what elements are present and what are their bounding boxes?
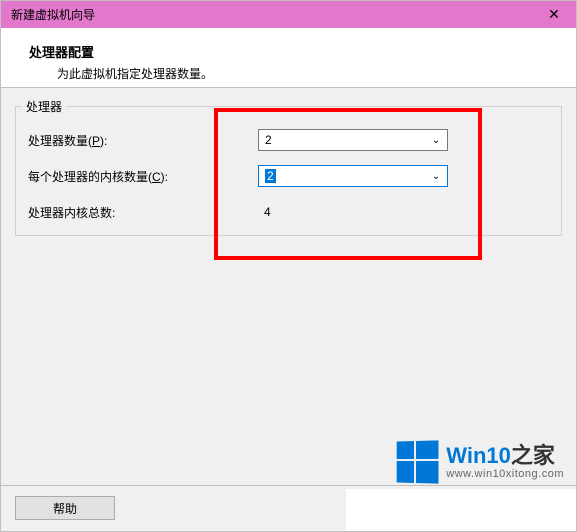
windows-logo-icon	[397, 440, 439, 483]
cores-row: 每个处理器的内核数量(C): 2 ⌄	[28, 163, 549, 189]
total-value: 4	[258, 205, 271, 219]
chevron-down-icon: ⌄	[429, 135, 443, 146]
wizard-header: 处理器配置 为此虚拟机指定处理器数量。	[1, 28, 576, 88]
watermark-url: www.win10xitong.com	[446, 468, 564, 480]
close-button[interactable]: ✕	[532, 1, 576, 29]
watermark: Win10之家 www.win10xitong.com	[396, 441, 564, 483]
processors-value: 2	[265, 133, 429, 147]
cores-dropdown[interactable]: 2 ⌄	[258, 165, 448, 187]
chevron-down-icon: ⌄	[429, 171, 443, 182]
window-title: 新建虚拟机向导	[11, 6, 95, 23]
page-title: 处理器配置	[29, 42, 566, 61]
close-icon: ✕	[548, 6, 560, 23]
watermark-title: Win10之家	[446, 444, 564, 468]
page-subtitle: 为此虚拟机指定处理器数量。	[57, 65, 566, 82]
processors-dropdown[interactable]: 2 ⌄	[258, 129, 448, 151]
help-button[interactable]: 帮助	[15, 496, 115, 520]
wizard-footer: 帮助 < 上一步(B)	[1, 485, 576, 531]
window-body: 处理器配置 为此虚拟机指定处理器数量。 处理器 处理器数量(P): 2 ⌄ 每个…	[0, 28, 577, 532]
titlebar: 新建虚拟机向导 ✕	[0, 0, 577, 28]
content-area: 处理器 处理器数量(P): 2 ⌄ 每个处理器的内核数量(C): 2 ⌄	[1, 88, 576, 236]
processor-groupbox: 处理器 处理器数量(P): 2 ⌄ 每个处理器的内核数量(C): 2 ⌄	[15, 106, 562, 236]
cores-value: 2	[265, 169, 276, 183]
cropped-edge	[346, 489, 576, 531]
total-row: 处理器内核总数: 4	[28, 199, 549, 225]
groupbox-label: 处理器	[22, 98, 66, 115]
cores-label: 每个处理器的内核数量(C):	[28, 168, 258, 185]
processors-row: 处理器数量(P): 2 ⌄	[28, 127, 549, 153]
total-label: 处理器内核总数:	[28, 204, 258, 221]
processors-label: 处理器数量(P):	[28, 132, 258, 149]
